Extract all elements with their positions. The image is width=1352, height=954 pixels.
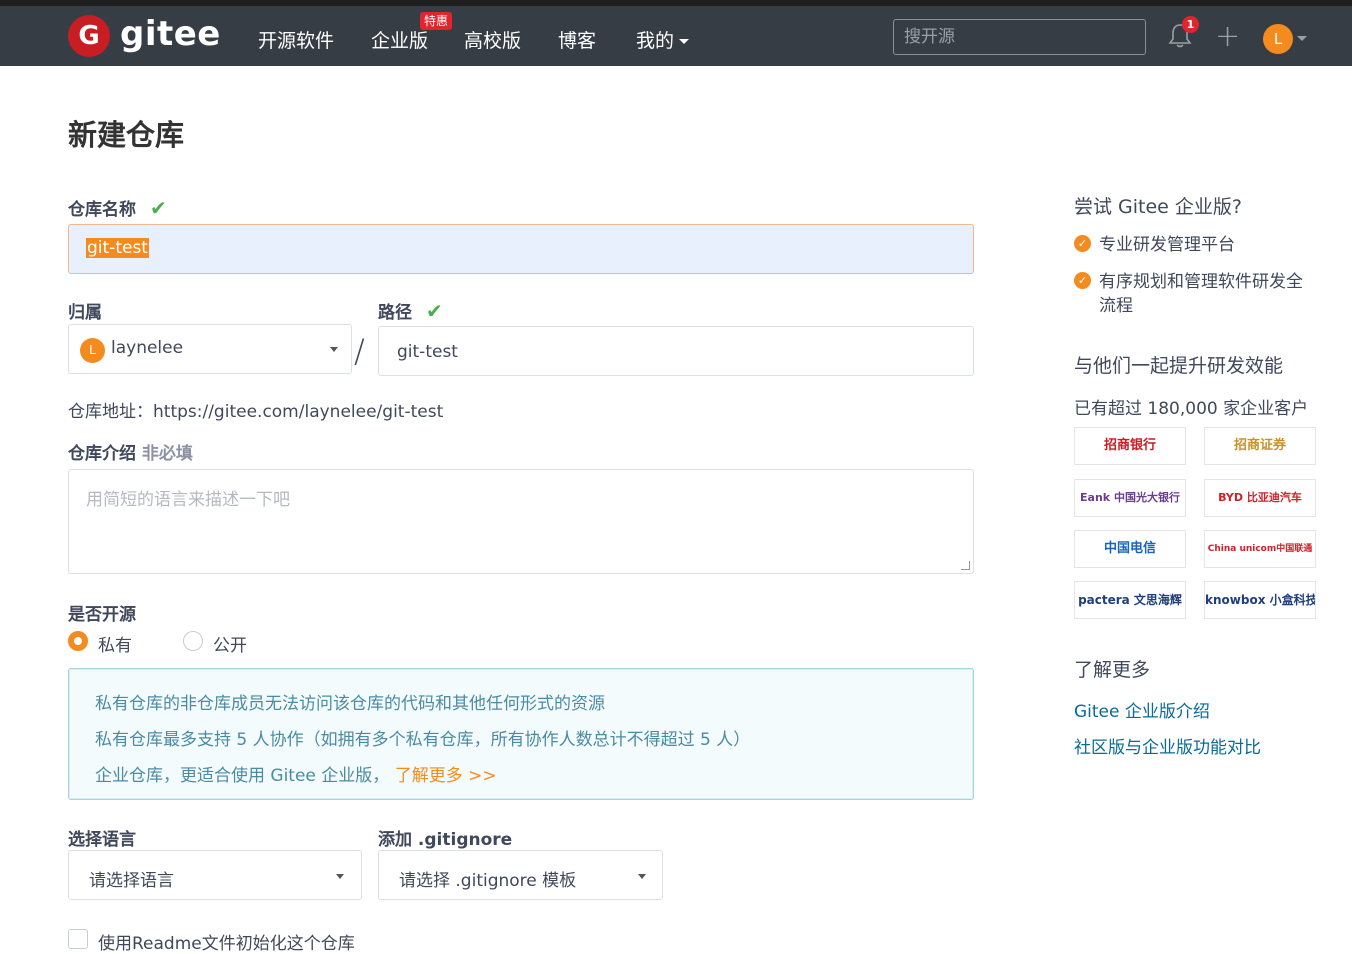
chevron-down-icon [336, 874, 344, 879]
chevron-down-icon [679, 39, 690, 44]
repo-name-label: 仓库名称 ✔ [68, 195, 167, 220]
description-textarea[interactable]: 用简短的语言来描述一下吧 [68, 469, 974, 574]
gitee-logo-icon[interactable]: G [68, 15, 110, 57]
path-input[interactable]: git-test [378, 326, 974, 376]
resize-handle-icon[interactable] [961, 561, 970, 570]
nav-enterprise[interactable]: 企业版 [371, 26, 428, 53]
desc-label: 仓库介绍 非必填 [68, 439, 193, 464]
logo-ceb: Eank 中国光大银行 [1074, 479, 1186, 517]
promo-badge: 特惠 [420, 12, 453, 30]
repo-address-url: https://gitee.com/laynelee/git-test [153, 402, 444, 422]
owner-select[interactable]: L laynelee [68, 324, 352, 374]
enterprise-intro-link[interactable]: Gitee 企业版介绍 [1074, 697, 1210, 722]
learn-more-title: 了解更多 [1074, 659, 1151, 681]
public-radio-label[interactable]: 公开 [213, 631, 247, 656]
gitignore-select[interactable]: 请选择 .gitignore 模板 [378, 850, 663, 900]
search-input[interactable] [893, 19, 1146, 55]
try-enterprise-title: 尝试 Gitee 企业版? [1074, 196, 1242, 218]
page-title: 新建仓库 [68, 118, 185, 152]
check-icon: ✔ [426, 299, 443, 323]
path-separator: / [354, 332, 365, 370]
chevron-down-icon[interactable] [1297, 36, 1307, 41]
customer-count: 已有超过 180,000 家企业客户 [1074, 399, 1309, 419]
desc-placeholder: 用简短的语言来描述一下吧 [86, 490, 290, 510]
owner-value: laynelee [111, 338, 184, 358]
plus-icon[interactable]: + [1215, 19, 1240, 54]
learn-more-link[interactable]: 了解更多 >> [395, 766, 497, 786]
navbar: G gitee 开源软件 企业版 特惠 高校版 博客 我的 1 + L [0, 6, 1352, 66]
info-line-1: 私有仓库的非仓库成员无法访问该仓库的代码和其他任何形式的资源 [95, 694, 605, 714]
gitignore-select-value: 请选择 .gitignore 模板 [399, 871, 577, 891]
language-select-value: 请选择语言 [89, 871, 174, 891]
path-value: git-test [397, 342, 458, 362]
language-select[interactable]: 请选择语言 [68, 850, 362, 900]
readme-checkbox-label[interactable]: 使用Readme文件初始化这个仓库 [98, 929, 355, 954]
repo-name-value: git-test [86, 238, 149, 258]
info-line-3-text: 企业仓库，更适合使用 Gitee 企业版， [95, 766, 390, 786]
logo-cms: 招商证券 [1204, 427, 1316, 465]
path-label: 路径 ✔ [378, 298, 443, 323]
nav-mine-label: 我的 [636, 30, 675, 52]
desc-optional-text: 非必填 [141, 444, 193, 464]
logo-knowbox: knowbox 小盒科技 [1204, 581, 1316, 619]
nav-mine[interactable]: 我的 [636, 26, 690, 53]
gitignore-label: 添加 .gitignore [378, 830, 513, 850]
repo-address-prefix: 仓库地址： [68, 402, 153, 422]
open-source-label: 是否开源 [68, 605, 136, 625]
nav-university[interactable]: 高校版 [464, 26, 521, 53]
private-radio[interactable] [68, 631, 88, 651]
path-label-text: 路径 [378, 303, 412, 323]
repo-name-label-text: 仓库名称 [68, 200, 136, 220]
logo-cmb: 招商银行 [1074, 427, 1186, 465]
feature-text: 有序规划和管理软件研发全流程 [1099, 272, 1303, 316]
repo-address: 仓库地址：https://gitee.com/laynelee/git-test [68, 397, 443, 422]
check-circle-icon: ✓ [1074, 272, 1091, 289]
logo-telecom: 中国电信 [1074, 530, 1186, 568]
feature-text: 专业研发管理平台 [1099, 235, 1235, 255]
language-label: 选择语言 [68, 830, 136, 850]
info-line-3: 企业仓库，更适合使用 Gitee 企业版， 了解更多 >> [95, 761, 497, 786]
public-radio[interactable] [183, 631, 203, 651]
chevron-down-icon [330, 347, 338, 352]
info-line-2: 私有仓库最多支持 5 人协作（如拥有多个私有仓库，所有协作人数总计不得超过 5 … [95, 730, 751, 750]
chevron-down-icon [638, 874, 646, 879]
owner-label: 归属 [68, 303, 102, 323]
desc-label-text: 仓库介绍 [68, 444, 136, 464]
check-circle-icon: ✓ [1074, 235, 1091, 252]
private-radio-label[interactable]: 私有 [98, 631, 132, 656]
notification-count-badge: 1 [1182, 16, 1199, 33]
logo-byd: BYD 比亚迪汽车 [1204, 479, 1316, 517]
user-avatar[interactable]: L [1263, 24, 1293, 54]
owner-avatar: L [80, 338, 105, 363]
readme-checkbox[interactable] [68, 929, 88, 949]
nav-open-source[interactable]: 开源软件 [258, 26, 334, 53]
together-title: 与他们一起提升研发效能 [1074, 355, 1284, 377]
repo-name-input[interactable]: git-test [68, 224, 974, 274]
private-info-box: 私有仓库的非仓库成员无法访问该仓库的代码和其他任何形式的资源 私有仓库最多支持 … [68, 668, 974, 800]
nav-blog[interactable]: 博客 [558, 26, 596, 53]
logo-pactera: pactera 文思海辉 [1074, 581, 1186, 619]
gitee-logo-text[interactable]: gitee [120, 14, 221, 54]
edition-compare-link[interactable]: 社区版与企业版功能对比 [1074, 733, 1261, 758]
logo-unicom: China unicom中国联通 [1204, 530, 1316, 568]
check-icon: ✔ [150, 196, 167, 220]
